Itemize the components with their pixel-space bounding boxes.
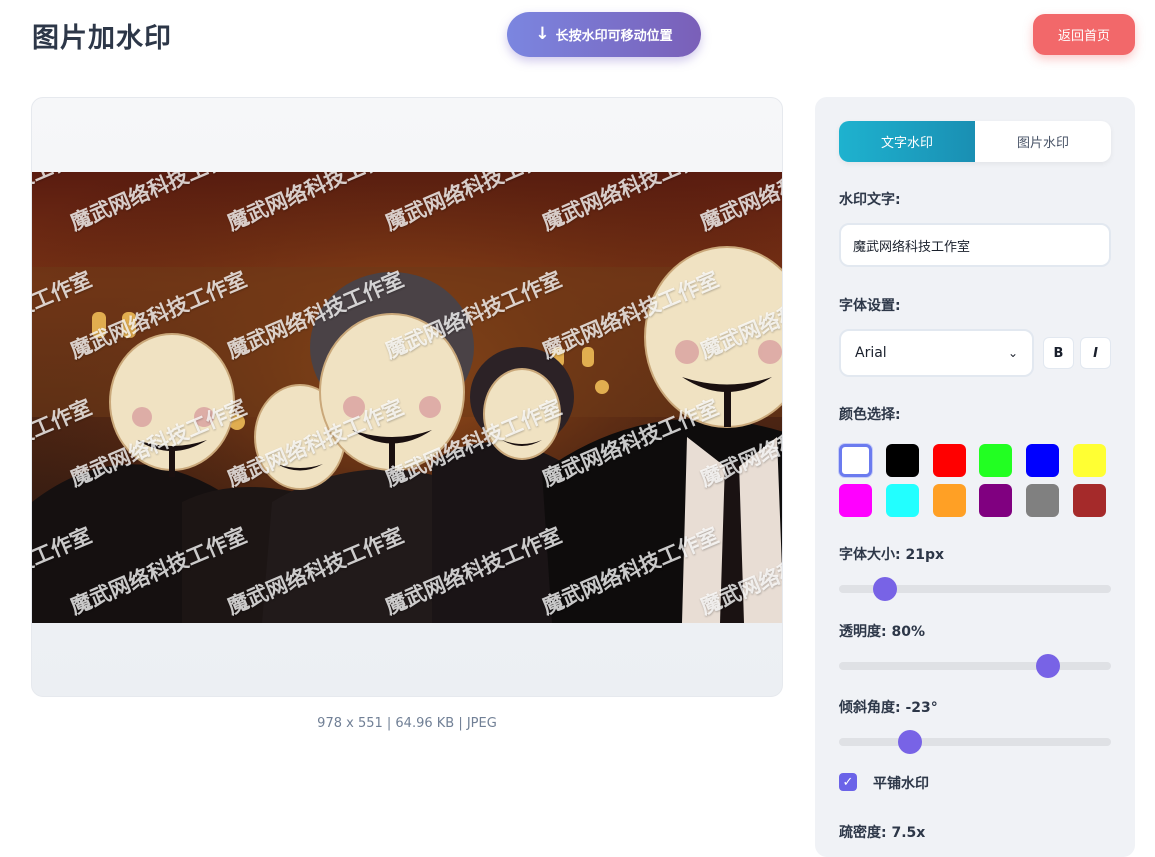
color-swatch[interactable]: [1026, 484, 1060, 517]
font-size-label: 字体大小: 21px: [839, 547, 945, 563]
preview-image[interactable]: 魔武网络科技工作室 魔武网络科技工作室 魔武网络科技工作室 魔武网络科技工作室 魔武网络…: [32, 172, 782, 623]
font-size-slider[interactable]: [839, 577, 1111, 601]
color-swatch[interactable]: [885, 444, 919, 477]
chevron-down-icon: ⌄: [1007, 346, 1018, 360]
move-hint-button[interactable]: ↓ 长按水印可移动位置: [507, 12, 701, 57]
color-swatch[interactable]: [1073, 484, 1106, 517]
checkmark-icon: ✓: [842, 774, 854, 790]
image-info: 978 x 551 | 64.96 KB | JPEG: [317, 716, 497, 731]
color-swatch[interactable]: [932, 484, 966, 517]
page-title: 图片加水印: [32, 23, 172, 54]
font-size-slider-thumb[interactable]: [873, 577, 898, 601]
density-label: 疏密度: 7.5x: [839, 825, 926, 841]
opacity-slider-thumb[interactable]: [1036, 654, 1061, 678]
angle-slider-thumb[interactable]: [897, 730, 922, 754]
opacity-label: 透明度: 80%: [839, 624, 925, 640]
home-button[interactable]: 返回首页: [1033, 14, 1135, 55]
italic-button[interactable]: I: [1080, 337, 1111, 369]
color-swatch[interactable]: [932, 444, 966, 477]
color-swatch[interactable]: [979, 484, 1013, 517]
color-swatch[interactable]: [885, 484, 919, 517]
watermark-type-tabs: 文字水印 图片水印: [839, 121, 1111, 162]
color-swatch[interactable]: [979, 444, 1013, 477]
tab-image-watermark[interactable]: 图片水印: [975, 121, 1111, 162]
watermark-text-input[interactable]: [839, 223, 1111, 267]
watermark-text-label: 水印文字:: [839, 192, 901, 208]
tile-watermark-checkbox[interactable]: ✓: [839, 773, 857, 791]
angle-label: 倾斜角度: -23°: [839, 700, 938, 716]
font-settings-label: 字体设置:: [839, 298, 901, 314]
bold-button[interactable]: B: [1043, 337, 1074, 369]
opacity-slider[interactable]: [839, 654, 1111, 678]
settings-panel: 文字水印 图片水印 水印文字: 字体设置: Arial ⌄ B I 颜色选择: …: [815, 97, 1135, 857]
color-swatch[interactable]: [1026, 444, 1060, 477]
preview-panel: 魔武网络科技工作室 魔武网络科技工作室 魔武网络科技工作室 魔武网络科技工作室 魔武网络…: [31, 97, 783, 697]
font-select-value: Arial: [855, 345, 887, 361]
tile-watermark-label: 平铺水印: [873, 776, 929, 792]
color-swatch[interactable]: [1073, 444, 1106, 477]
tab-text-watermark[interactable]: 文字水印: [839, 121, 975, 162]
font-select[interactable]: Arial ⌄: [839, 329, 1034, 377]
color-select-label: 颜色选择:: [839, 407, 901, 423]
color-swatch[interactable]: [839, 444, 872, 477]
move-hint-label: 长按水印可移动位置: [555, 29, 673, 44]
angle-slider[interactable]: [839, 730, 1111, 754]
arrow-down-icon: ↓: [535, 24, 550, 44]
color-swatch[interactable]: [839, 484, 872, 517]
